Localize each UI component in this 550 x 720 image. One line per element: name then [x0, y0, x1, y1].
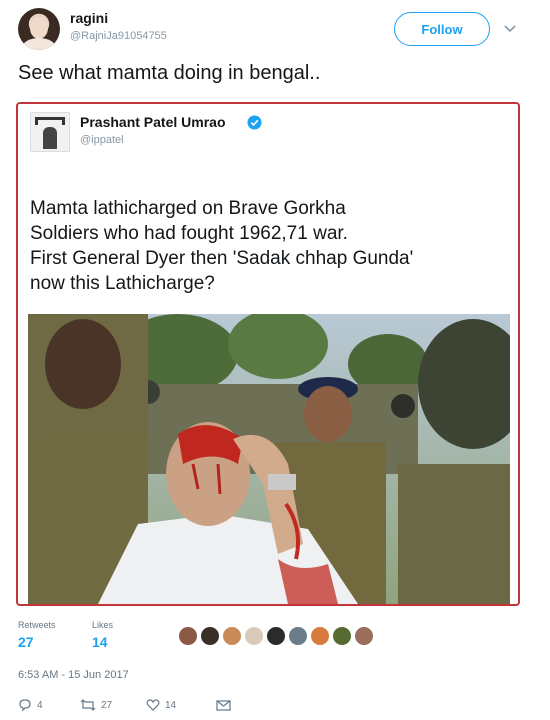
quoted-tweet[interactable]: Prashant Patel Umrao @ippatel Mamta lath…: [16, 102, 520, 606]
chevron-down-icon[interactable]: [502, 20, 518, 36]
quoted-text-line: now this Lathicharge?: [30, 273, 215, 294]
tweet-header: ragini @RajniJa91054755 Follow: [14, 8, 536, 52]
like-button[interactable]: 14: [146, 696, 176, 714]
quoted-text-line: First General Dyer then 'Sadak chhap Gun…: [30, 248, 414, 269]
likes-count[interactable]: 14: [92, 634, 108, 650]
liker-avatar[interactable]: [266, 626, 286, 646]
tweet-actions: 4 27 14: [18, 696, 318, 716]
retweet-count: 27: [101, 699, 113, 711]
retweets-count[interactable]: 27: [18, 634, 34, 650]
liker-avatar[interactable]: [222, 626, 242, 646]
heart-icon: [146, 699, 160, 711]
liker-avatar[interactable]: [310, 626, 330, 646]
tweet-stats: Retweets 27 Likes 14: [18, 620, 518, 656]
quoted-tweet-text: Mamta lathicharged on Brave Gorkha Soldi…: [30, 196, 516, 296]
quoted-author-avatar[interactable]: [30, 112, 70, 152]
quoted-tweet-photo[interactable]: [28, 314, 510, 604]
tweet-text: See what mamta doing in bengal..: [18, 62, 321, 84]
author-display-name[interactable]: ragini: [70, 10, 108, 26]
likes-label: Likes: [92, 620, 114, 630]
avatar-roof: [35, 117, 65, 125]
tweet-timestamp[interactable]: 6:53 AM - 15 Jun 2017: [18, 669, 129, 681]
reply-count: 4: [37, 699, 43, 711]
quoted-text-line: Soldiers who had fought 1962,71 war.: [30, 223, 348, 244]
verified-badge-icon: [247, 115, 262, 130]
liker-avatar[interactable]: [200, 626, 220, 646]
liker-avatars: [178, 626, 376, 646]
message-button[interactable]: [216, 696, 236, 714]
liker-avatar[interactable]: [178, 626, 198, 646]
liker-avatar[interactable]: [332, 626, 352, 646]
follow-button[interactable]: Follow: [394, 12, 490, 46]
liker-avatar[interactable]: [244, 626, 264, 646]
avatar-face: [30, 17, 48, 39]
liker-avatar[interactable]: [354, 626, 374, 646]
reply-button[interactable]: 4: [18, 696, 43, 714]
liker-avatar[interactable]: [288, 626, 308, 646]
avatar-figure: [43, 127, 57, 149]
author-handle[interactable]: @RajniJa91054755: [70, 30, 167, 42]
retweet-icon: [80, 699, 96, 711]
reply-icon: [19, 699, 31, 712]
author-avatar[interactable]: [18, 8, 60, 50]
avatar-shoulders: [22, 38, 56, 50]
quoted-author-name[interactable]: Prashant Patel Umrao: [80, 114, 226, 130]
quoted-text-line: Mamta lathicharged on Brave Gorkha: [30, 198, 346, 219]
like-count: 14: [165, 699, 177, 711]
envelope-icon: [216, 699, 231, 711]
retweets-label: Retweets: [18, 620, 56, 630]
quoted-author-handle[interactable]: @ippatel: [80, 134, 124, 146]
retweet-button[interactable]: 27: [80, 696, 112, 714]
